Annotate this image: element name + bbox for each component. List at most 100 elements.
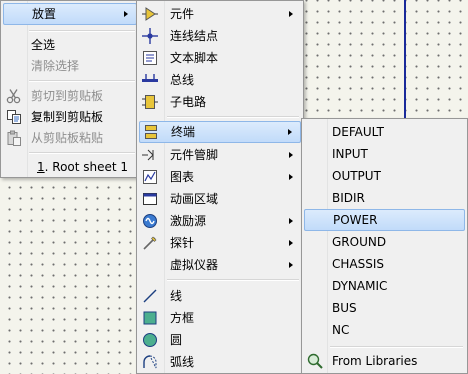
library-search-icon [307, 353, 323, 369]
submenu-arrow-icon [289, 174, 293, 180]
line-icon [143, 289, 157, 303]
menu-item-label: 文本脚本 [170, 51, 219, 65]
menu-item-label: DYNAMIC [332, 279, 388, 293]
menu-item-label: BUS [332, 301, 357, 315]
menu-item-cut[interactable]: 剪切到剪贴板 [3, 85, 137, 107]
menu-item-virtual-instrument[interactable]: 虚拟仪器 [139, 254, 301, 276]
pin-icon [142, 149, 154, 161]
menu-item-label: 总线 [170, 73, 195, 87]
terminal-item-chassis[interactable]: CHASSIS [304, 253, 465, 275]
menu-separator [167, 116, 299, 118]
menu-item-label: 探针 [170, 236, 195, 250]
circle-icon [143, 333, 157, 347]
menu-separator [29, 152, 135, 154]
paste-icon [7, 130, 21, 146]
junction-icon [142, 28, 158, 44]
submenu-arrow-icon [289, 11, 293, 17]
menu-item-junction[interactable]: 连线结点 [139, 25, 301, 47]
menu-item-label: 子电路 [170, 95, 207, 109]
menu-item-component-pin[interactable]: 元件管脚 [139, 144, 301, 166]
menu-item-box[interactable]: 方框 [139, 307, 301, 329]
terminal-item-bus[interactable]: BUS [304, 297, 465, 319]
menu-item-animation-area[interactable]: 动画区域 [139, 188, 301, 210]
menu-item-from-libraries[interactable]: From Libraries [304, 350, 465, 372]
terminal-item-ground[interactable]: GROUND [304, 231, 465, 253]
menu-item-label: 线 [170, 289, 183, 303]
menu-item-terminal[interactable]: 终端 [139, 121, 301, 143]
menu-item-label: 清除选择 [31, 59, 80, 73]
menu-item-line[interactable]: 线 [139, 285, 301, 307]
menu-item-label: 弧线 [170, 355, 195, 369]
terminal-item-output[interactable]: OUTPUT [304, 165, 465, 187]
menu-item-probe[interactable]: 探针 [139, 232, 301, 254]
terminal-icon [145, 125, 157, 139]
menu-item-label: 从剪贴板粘贴 [31, 131, 104, 145]
menu-item-label: 虚拟仪器 [170, 258, 219, 272]
menu-item-label: CHASSIS [332, 257, 385, 271]
animation-area-icon [143, 193, 157, 205]
menu-item-label: 全选 [31, 38, 56, 52]
menu-item-label: 激励源 [170, 214, 207, 228]
menu-item-arc[interactable]: 弧线 [139, 351, 301, 373]
submenu-arrow-icon [124, 11, 128, 17]
menu-item-label: 连线结点 [170, 29, 219, 43]
box-icon [143, 311, 157, 325]
menu-item-root-sheet[interactable]: 1. Root sheet 1 [3, 156, 137, 178]
menu-item-label: 元件管脚 [170, 148, 219, 162]
scissors-icon [6, 89, 21, 104]
bus-icon [142, 74, 158, 82]
menu-item-copy[interactable]: 复制到剪贴板 [3, 106, 137, 128]
menu-item-label: 方框 [170, 311, 195, 325]
submenu-arrow-icon [289, 262, 293, 268]
menu-item-generator[interactable]: 激励源 [139, 210, 301, 232]
menu-item-label: DEFAULT [332, 125, 384, 139]
terminal-item-dynamic[interactable]: DYNAMIC [304, 275, 465, 297]
menu-item-place[interactable]: 放置 [3, 3, 137, 25]
menu-item-bus[interactable]: 总线 [139, 69, 301, 91]
menu-item-label: 动画区域 [170, 192, 219, 206]
menu-item-label: OUTPUT [332, 169, 381, 183]
menu-item-circle[interactable]: 圆 [139, 329, 301, 351]
menu-item-label: 图表 [170, 170, 195, 184]
generator-icon [143, 214, 157, 228]
menu-item-component[interactable]: 元件 [139, 3, 301, 25]
text-script-icon [143, 51, 157, 65]
place-submenu: 元件 连线结点 文本脚本 总线 子电路 终端 元件管脚 图表 动画区域 激励源 … [136, 0, 304, 374]
terminal-item-bidir[interactable]: BIDIR [304, 187, 465, 209]
terminal-item-nc[interactable]: NC [304, 319, 465, 341]
menu-item-graph[interactable]: 图表 [139, 166, 301, 188]
menu-item-label: 放置 [32, 7, 57, 21]
menu-item-label: 复制到剪贴板 [31, 110, 104, 124]
submenu-arrow-icon [289, 152, 293, 158]
menu-item-label: BIDIR [332, 191, 365, 205]
menu-item-label: INPUT [332, 147, 368, 161]
root-sheet-text: . Root sheet 1 [44, 160, 129, 174]
menu-item-label: 元件 [170, 7, 195, 21]
menu-separator [330, 346, 463, 348]
submenu-arrow-icon [288, 129, 292, 135]
graph-icon [143, 170, 157, 184]
menu-separator [167, 279, 299, 281]
menu-item-text-script[interactable]: 文本脚本 [139, 47, 301, 69]
terminal-item-input[interactable]: INPUT [304, 143, 465, 165]
menu-item-paste[interactable]: 从剪贴板粘贴 [3, 127, 137, 149]
menu-item-label: POWER [333, 213, 378, 227]
terminal-item-default[interactable]: DEFAULT [304, 121, 465, 143]
menu-item-label: 剪切到剪贴板 [31, 89, 104, 103]
menu-item-select-all[interactable]: 全选 [3, 34, 137, 56]
menu-separator [29, 80, 135, 82]
probe-icon [143, 236, 157, 250]
menu-item-label: 终端 [171, 125, 196, 139]
menu-item-subcircuit[interactable]: 子电路 [139, 91, 301, 113]
menu-item-clear-selection[interactable]: 清除选择 [3, 55, 137, 77]
submenu-arrow-icon [289, 218, 293, 224]
arc-icon [143, 355, 157, 369]
submenu-arrow-icon [289, 240, 293, 246]
accelerator-key: 1 [37, 160, 45, 174]
terminal-item-power[interactable]: POWER [304, 209, 465, 231]
menu-item-label: NC [332, 323, 350, 337]
subcircuit-icon [142, 95, 158, 109]
terminal-submenu: DEFAULT INPUT OUTPUT BIDIR POWER GROUND CHASSI… [301, 118, 468, 374]
menu-item-label: 圆 [170, 333, 183, 347]
menu-item-label: 1. Root sheet 1 [37, 156, 128, 178]
